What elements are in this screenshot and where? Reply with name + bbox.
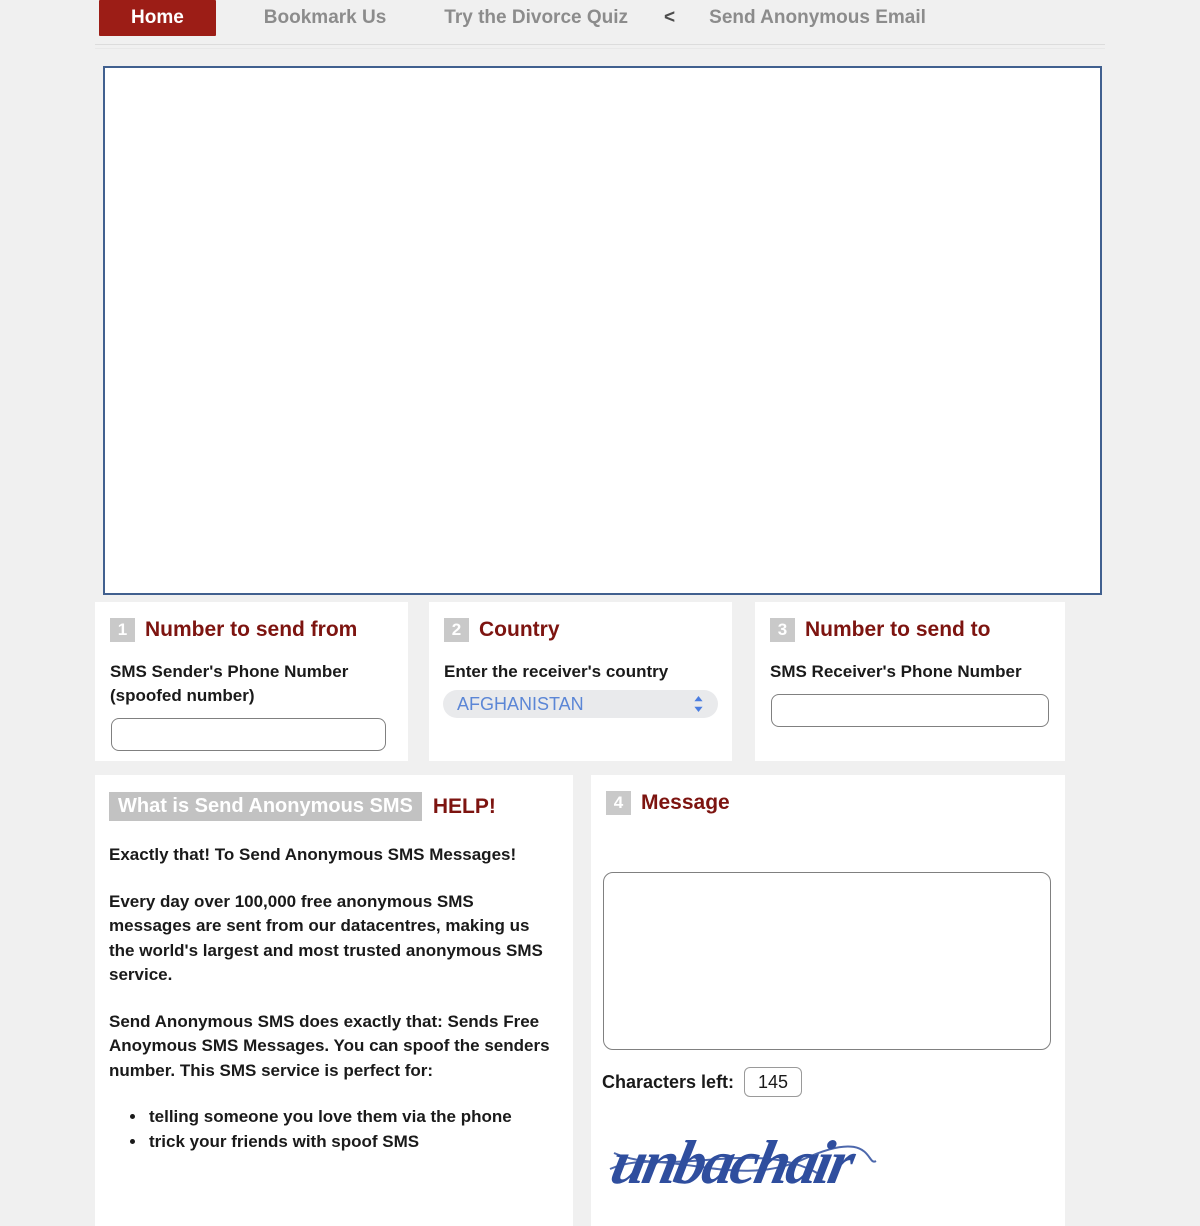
help-bullet-list: telling someone you love them via the ph… <box>109 1105 559 1154</box>
panel-message: 4 Message Characters left: unbachair <box>591 775 1065 1226</box>
page-root: Home Bookmark Us Try the Divorce Quiz < … <box>0 0 1200 1226</box>
chevron-left-icon: < <box>664 7 676 28</box>
panel-country: 2 Country Enter the receiver's country A… <box>429 602 732 761</box>
characters-left-label: Characters left: <box>602 1072 735 1092</box>
main-navigation: Home Bookmark Us Try the Divorce Quiz < … <box>95 0 1105 44</box>
step-4-badge: 4 <box>606 791 631 815</box>
characters-left-row: Characters left: <box>602 1067 1065 1097</box>
list-item: telling someone you love them via the ph… <box>147 1105 559 1130</box>
help-title: HELP! <box>432 794 496 818</box>
country-select-wrapper: AFGHANISTAN <box>443 690 718 718</box>
help-paragraph-1: Exactly that! To Send Anonymous SMS Mess… <box>109 845 517 864</box>
step-2-title: Country <box>479 618 560 641</box>
help-paragraph-3: Send Anonymous SMS does exactly that: Se… <box>109 1011 550 1080</box>
captcha-glyphs: unbachair <box>605 1128 877 1197</box>
help-paragraph-2: Every day over 100,000 free anonymous SM… <box>109 891 543 985</box>
nav-item-divorce-quiz[interactable]: Try the Divorce Quiz <box>434 0 638 36</box>
list-item: trick your friends with spoof SMS <box>147 1130 559 1155</box>
step-4-header: 4 Message <box>606 791 1065 815</box>
captcha-image: unbachair <box>604 1119 881 1205</box>
step-2-header: 2 Country <box>444 618 732 642</box>
nav-divider-secondary <box>95 48 1105 49</box>
receiver-number-label: SMS Receiver's Phone Number <box>770 662 1022 681</box>
nav-item-home[interactable]: Home <box>99 0 216 36</box>
step-3-badge: 3 <box>770 618 795 642</box>
sender-phone-number-input[interactable] <box>111 718 386 751</box>
step-1-badge: 1 <box>110 618 135 642</box>
nav-item-bookmark-us[interactable]: Bookmark Us <box>254 0 397 36</box>
nav-item-send-anonymous-email[interactable]: Send Anonymous Email <box>699 0 936 36</box>
step-3-header: 3 Number to send to <box>770 618 1065 642</box>
help-badge: What is Send Anonymous SMS <box>109 792 422 821</box>
panel-number-to-send-from: 1 Number to send from SMS Sender's Phone… <box>95 602 408 761</box>
help-body: Exactly that! To Send Anonymous SMS Mess… <box>109 843 559 1154</box>
sender-number-label: SMS Sender's Phone Number (spoofed numbe… <box>110 662 349 705</box>
embedded-content-frame <box>103 66 1102 595</box>
step-2-badge: 2 <box>444 618 469 642</box>
panel-help: What is Send Anonymous SMS HELP! Exactly… <box>95 775 573 1226</box>
message-textarea[interactable] <box>603 872 1051 1050</box>
step-4-title: Message <box>641 791 730 814</box>
country-label: Enter the receiver's country <box>444 662 669 681</box>
country-select[interactable]: AFGHANISTAN <box>443 690 718 718</box>
step-1-title: Number to send from <box>145 618 358 641</box>
nav-divider <box>95 44 1105 45</box>
characters-left-value <box>744 1067 803 1097</box>
step-1-header: 1 Number to send from <box>110 618 408 642</box>
help-header: What is Send Anonymous SMS HELP! <box>109 792 573 821</box>
receiver-phone-number-input[interactable] <box>771 694 1049 727</box>
panel-number-to-send-to: 3 Number to send to SMS Receiver's Phone… <box>755 602 1065 761</box>
step-3-title: Number to send to <box>805 618 991 641</box>
